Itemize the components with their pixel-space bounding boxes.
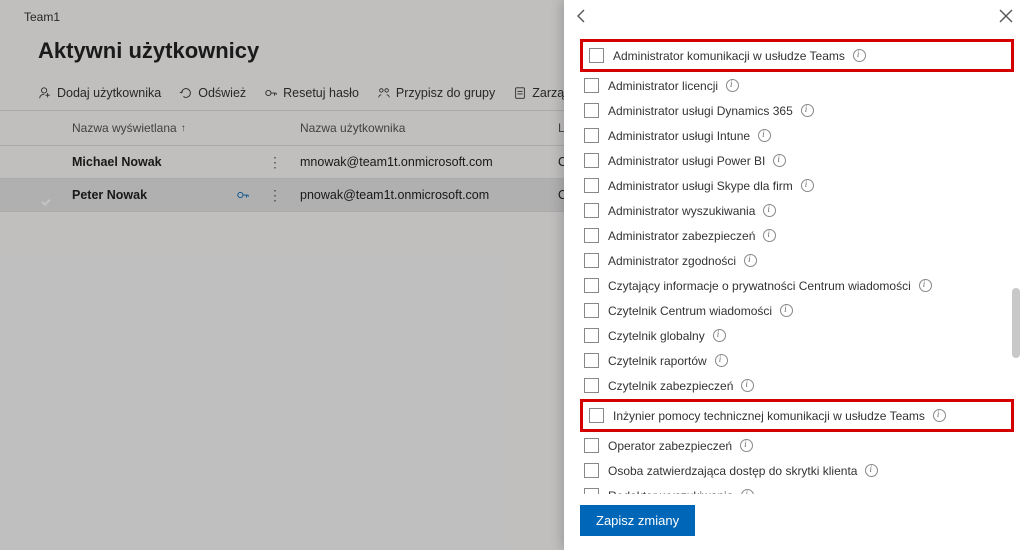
role-label: Administrator zgodności <box>608 254 736 268</box>
more-actions-icon[interactable]: ⋮ <box>268 192 282 198</box>
role-label: Czytelnik Centrum wiadomości <box>608 304 772 318</box>
role-option[interactable]: Czytający informacje o prywatności Centr… <box>580 273 1014 298</box>
role-label: Czytelnik raportów <box>608 354 707 368</box>
role-option[interactable]: Administrator licencji <box>580 73 1014 98</box>
role-label: Inżynier pomocy technicznej komunikacji … <box>613 409 925 423</box>
info-icon[interactable] <box>740 439 753 452</box>
role-option[interactable]: Redaktor wyszukiwania <box>580 483 1014 494</box>
user-email: mnowak@team1t.onmicrosoft.com <box>300 155 558 169</box>
toolbar-label: Dodaj użytkownika <box>57 86 161 100</box>
toolbar-label: Resetuj hasło <box>283 86 359 100</box>
info-icon[interactable] <box>780 304 793 317</box>
roles-list[interactable]: Administrator komunikacji w usłudze Team… <box>564 30 1024 494</box>
panel-scrollbar-thumb[interactable] <box>1012 288 1020 358</box>
info-icon[interactable] <box>763 204 776 217</box>
info-icon[interactable] <box>713 329 726 342</box>
role-option[interactable]: Administrator usługi Power BI <box>580 148 1014 173</box>
license-icon <box>513 86 527 100</box>
role-option[interactable]: Administrator zabezpieczeń <box>580 223 1014 248</box>
info-icon[interactable] <box>758 129 771 142</box>
group-assign-icon <box>377 86 391 100</box>
role-label: Czytający informacje o prywatności Centr… <box>608 279 911 293</box>
checkbox[interactable] <box>584 228 599 243</box>
save-changes-button[interactable]: Zapisz zmiany <box>580 505 695 536</box>
info-icon[interactable] <box>865 464 878 477</box>
info-icon[interactable] <box>726 79 739 92</box>
info-icon[interactable] <box>741 489 754 494</box>
role-option[interactable]: Administrator usługi Dynamics 365 <box>580 98 1014 123</box>
role-label: Administrator wyszukiwania <box>608 204 755 218</box>
key-icon <box>264 86 278 100</box>
checkbox[interactable] <box>584 303 599 318</box>
user-display-name: Michael Nowak <box>72 155 162 169</box>
sort-asc-icon: ↑ <box>181 123 186 134</box>
info-icon[interactable] <box>801 104 814 117</box>
assign-group-button[interactable]: Przypisz do grupy <box>377 86 495 100</box>
checkbox[interactable] <box>589 408 604 423</box>
info-icon[interactable] <box>933 409 946 422</box>
role-option[interactable]: Czytelnik zabezpieczeń <box>580 373 1014 398</box>
checkbox[interactable] <box>584 128 599 143</box>
info-icon[interactable] <box>744 254 757 267</box>
role-label: Administrator licencji <box>608 79 718 93</box>
checkbox[interactable] <box>584 328 599 343</box>
info-icon[interactable] <box>715 354 728 367</box>
role-label: Administrator usługi Skype dla firm <box>608 179 793 193</box>
role-label: Administrator usługi Dynamics 365 <box>608 104 793 118</box>
role-option[interactable]: Administrator usługi Intune <box>580 123 1014 148</box>
checkbox[interactable] <box>589 48 604 63</box>
checkbox[interactable] <box>584 153 599 168</box>
checkbox[interactable] <box>584 178 599 193</box>
role-option[interactable]: Administrator komunikacji w usłudze Team… <box>585 43 1009 68</box>
add-user-button[interactable]: Dodaj użytkownika <box>38 86 161 100</box>
reset-password-button[interactable]: Resetuj hasło <box>264 86 359 100</box>
role-label: Operator zabezpieczeń <box>608 439 732 453</box>
more-actions-icon[interactable]: ⋮ <box>268 159 282 165</box>
back-button[interactable] <box>572 6 592 26</box>
checkbox[interactable] <box>584 203 599 218</box>
role-option[interactable]: Czytelnik raportów <box>580 348 1014 373</box>
checkbox[interactable] <box>584 378 599 393</box>
close-button[interactable] <box>996 6 1016 26</box>
checkbox[interactable] <box>584 278 599 293</box>
role-label: Osoba zatwierdzająca dostęp do skrytki k… <box>608 464 857 478</box>
key-icon[interactable] <box>236 188 250 202</box>
user-email: pnowak@team1t.onmicrosoft.com <box>300 188 558 202</box>
person-add-icon <box>38 86 52 100</box>
refresh-icon <box>179 86 193 100</box>
checkbox[interactable] <box>584 438 599 453</box>
role-option[interactable]: Administrator wyszukiwania <box>580 198 1014 223</box>
info-icon[interactable] <box>919 279 932 292</box>
column-username[interactable]: Nazwa użytkownika <box>300 121 558 135</box>
role-label: Administrator zabezpieczeń <box>608 229 755 243</box>
role-option[interactable]: Czytelnik Centrum wiadomości <box>580 298 1014 323</box>
info-icon[interactable] <box>853 49 866 62</box>
role-option[interactable]: Czytelnik globalny <box>580 323 1014 348</box>
role-label: Administrator usługi Power BI <box>608 154 765 168</box>
role-option[interactable]: Operator zabezpieczeń <box>580 433 1014 458</box>
checkbox[interactable] <box>584 463 599 478</box>
checkbox[interactable] <box>584 78 599 93</box>
toolbar-label: Odśwież <box>198 86 246 100</box>
refresh-button[interactable]: Odśwież <box>179 86 246 100</box>
column-display-name[interactable]: Nazwa wyświetlana ↑ <box>72 121 300 135</box>
user-display-name: Peter Nowak <box>72 188 147 202</box>
role-option[interactable]: Osoba zatwierdzająca dostęp do skrytki k… <box>580 458 1014 483</box>
info-icon[interactable] <box>773 154 786 167</box>
checkbox[interactable] <box>584 353 599 368</box>
role-option[interactable]: Administrator usługi Skype dla firm <box>580 173 1014 198</box>
role-label: Administrator komunikacji w usłudze Team… <box>613 49 845 63</box>
checkbox[interactable] <box>584 103 599 118</box>
role-option[interactable]: Inżynier pomocy technicznej komunikacji … <box>585 403 1009 428</box>
checkbox[interactable] <box>584 253 599 268</box>
role-option[interactable]: Administrator zgodności <box>580 248 1014 273</box>
info-icon[interactable] <box>763 229 776 242</box>
info-icon[interactable] <box>801 179 814 192</box>
role-label: Administrator usługi Intune <box>608 129 750 143</box>
role-label: Czytelnik zabezpieczeń <box>608 379 733 393</box>
info-icon[interactable] <box>741 379 754 392</box>
toolbar-label: Przypisz do grupy <box>396 86 495 100</box>
role-label: Czytelnik globalny <box>608 329 705 343</box>
roles-panel: Administrator komunikacji w usłudze Team… <box>564 0 1024 550</box>
